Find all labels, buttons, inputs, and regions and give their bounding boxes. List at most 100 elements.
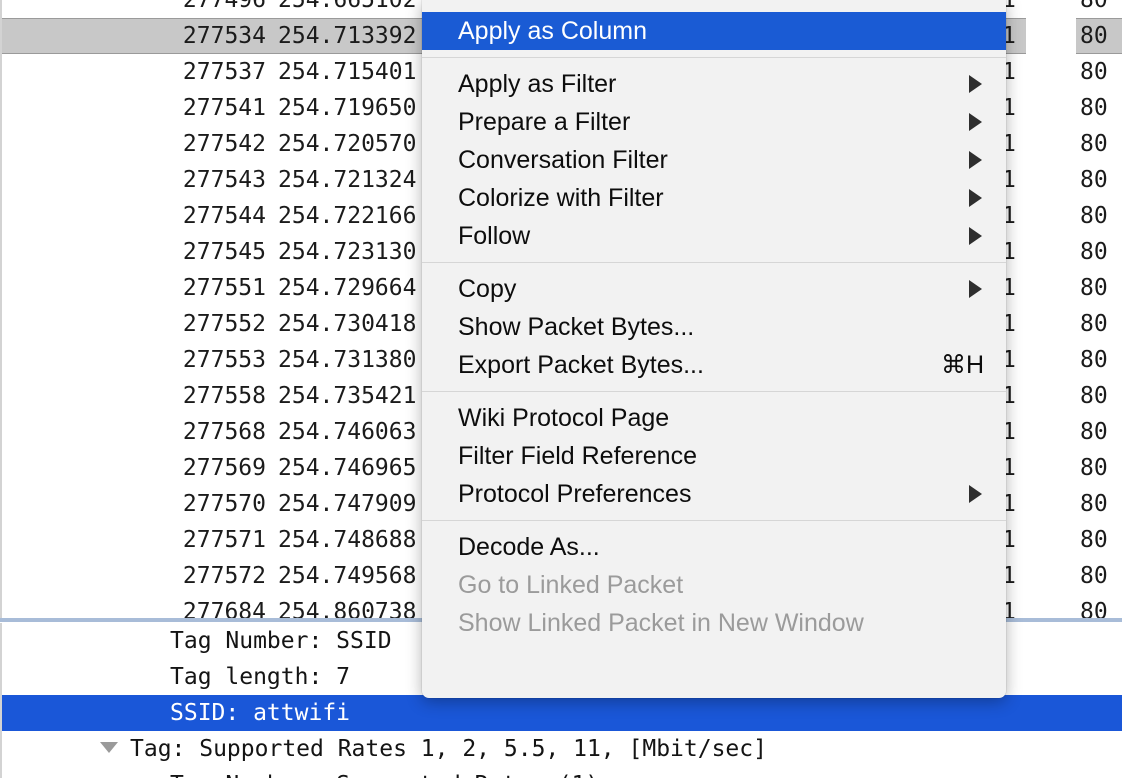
menu-item-label: Decode As... [458, 533, 600, 561]
menu-item-label: Go to Linked Packet [458, 571, 684, 599]
menu-item: Show Linked Packet in New Window [422, 604, 1006, 642]
packet-time: 254.730418 [278, 311, 417, 337]
menu-item[interactable]: Colorize with Filter [422, 179, 1006, 217]
packet-time: 254.721324 [278, 167, 417, 193]
menu-separator [422, 57, 1006, 58]
packet-length: 80 [1080, 23, 1108, 49]
menu-item[interactable]: Copy [422, 270, 1006, 308]
packet-context-menu[interactable]: Apply as Column Apply as Filter Prepare a … [422, 0, 1006, 698]
detail-tree-row[interactable]: Tag: Supported Rates 1, 2, 5.5, 11, [Mbi… [0, 731, 1122, 767]
packet-time: 254.749568 [278, 563, 417, 589]
detail-row-label: Tag length: 7 [170, 664, 351, 690]
packet-number: 277571 [182, 527, 266, 553]
menu-item[interactable]: Wiki Protocol Page [422, 399, 1006, 437]
packet-time: 254.713392 [278, 23, 417, 49]
menu-item[interactable]: Apply as Filter [422, 65, 1006, 103]
chevron-right-icon [969, 151, 982, 169]
packet-time: 254.719650 [278, 95, 417, 121]
packet-length: 80 [1080, 527, 1108, 553]
packet-time: 254.720570 [278, 131, 417, 157]
packet-time: 254.748688 [278, 527, 417, 553]
menu-item-label: Apply as Filter [458, 70, 617, 98]
menu-item[interactable]: Apply as Column [422, 12, 1006, 50]
detail-row-label: SSID: attwifi [170, 700, 351, 726]
packet-number: 277551 [182, 275, 266, 301]
chevron-right-icon [969, 75, 982, 93]
menu-item-label: Prepare a Filter [458, 108, 631, 136]
packet-length: 80 [1080, 59, 1108, 85]
packet-number: 277545 [182, 239, 266, 265]
menu-top-padding [422, 0, 1006, 12]
packet-number: 277684 [182, 599, 266, 620]
packet-number: 277537 [182, 59, 266, 85]
detail-row-label: Tag: Supported Rates 1, 2, 5.5, 11, [Mbi… [130, 736, 767, 762]
detail-row-content: Tag Number: Supported Rates (1) [0, 767, 599, 778]
packet-number: 277542 [182, 131, 266, 157]
packet-list-right-gutter [1026, 0, 1076, 620]
detail-row-content: Tag: Supported Rates 1, 2, 5.5, 11, [Mbi… [0, 731, 767, 767]
menu-item-label: Show Linked Packet in New Window [458, 609, 864, 637]
menu-item[interactable]: Protocol Preferences [422, 475, 1006, 513]
packet-time: 254.735421 [278, 383, 417, 409]
menu-separator [422, 262, 1006, 263]
packet-number: 277568 [182, 419, 266, 445]
menu-item-label: Apply as Column [458, 17, 647, 45]
menu-item-label: Filter Field Reference [458, 442, 697, 470]
menu-item[interactable]: Decode As... [422, 528, 1006, 566]
context-menu-body: Apply as Column Apply as Filter Prepare a … [422, 12, 1006, 642]
packet-length: 80 [1080, 383, 1108, 409]
chevron-right-icon [969, 113, 982, 131]
menu-item-label: Copy [458, 275, 517, 303]
detail-tree-row[interactable]: Tag Number: Supported Rates (1) [0, 767, 1122, 778]
detail-tree-row[interactable]: SSID: attwifi [0, 695, 1122, 731]
packet-length: 80 [1080, 167, 1108, 193]
packet-list-left-edge [0, 0, 2, 620]
menu-item-label: Export Packet Bytes... [458, 351, 704, 379]
wireshark-window: 277496 254.665102 1 80 277534 254.713392 1 80 27… [0, 0, 1122, 778]
packet-length: 80 [1080, 419, 1108, 445]
detail-row-label: Tag Number: SSID [170, 628, 392, 654]
packet-number: 277534 [182, 23, 266, 49]
menu-item-label: Protocol Preferences [458, 480, 692, 508]
packet-time: 254.715401 [278, 59, 417, 85]
packet-length: 80 [1080, 0, 1108, 13]
menu-item-label: Show Packet Bytes... [458, 313, 695, 341]
menu-item[interactable]: Show Packet Bytes... [422, 308, 1006, 346]
menu-item[interactable]: Prepare a Filter [422, 103, 1006, 141]
packet-length: 80 [1080, 455, 1108, 481]
menu-item[interactable]: Conversation Filter [422, 141, 1006, 179]
detail-row-content: Tag length: 7 [0, 659, 350, 695]
menu-item-label: Colorize with Filter [458, 184, 664, 212]
packet-number: 277569 [182, 455, 266, 481]
menu-separator [422, 391, 1006, 392]
menu-item: Go to Linked Packet [422, 566, 1006, 604]
menu-item-label: Conversation Filter [458, 146, 668, 174]
menu-item[interactable]: Filter Field Reference [422, 437, 1006, 475]
packet-time: 254.729664 [278, 275, 417, 301]
packet-length: 80 [1080, 563, 1108, 589]
menu-item[interactable]: Export Packet Bytes... ⌘H [422, 346, 1006, 384]
menu-separator [422, 520, 1006, 521]
packet-number: 277552 [182, 311, 266, 337]
chevron-right-icon [969, 189, 982, 207]
packet-time: 254.747909 [278, 491, 417, 517]
packet-length: 80 [1080, 131, 1108, 157]
packet-length: 80 [1080, 203, 1108, 229]
packet-number: 277541 [182, 95, 266, 121]
triangle-down-icon[interactable] [100, 742, 118, 753]
packet-time: 254.665102 [278, 0, 417, 13]
menu-item-shortcut: ⌘H [940, 351, 984, 379]
packet-time: 254.860738 [278, 599, 417, 620]
packet-length: 80 [1080, 599, 1108, 620]
packet-time: 254.731380 [278, 347, 417, 373]
detail-row-label: Tag Number: Supported Rates (1) [170, 772, 599, 778]
packet-length: 80 [1080, 347, 1108, 373]
packet-number: 277496 [182, 0, 266, 13]
packet-length: 80 [1080, 239, 1108, 265]
menu-item-label: Follow [458, 222, 531, 250]
detail-row-content: Tag Number: SSID [0, 623, 392, 659]
packet-time: 254.722166 [278, 203, 417, 229]
packet-time: 254.723130 [278, 239, 417, 265]
packet-number: 277544 [182, 203, 266, 229]
menu-item[interactable]: Follow [422, 217, 1006, 255]
